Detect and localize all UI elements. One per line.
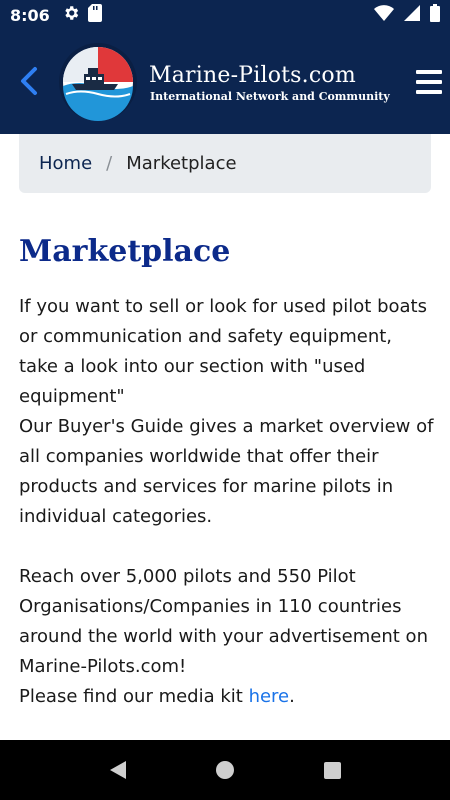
signal-icon [404,5,420,25]
site-logo[interactable] [58,42,138,122]
advertising-text: Reach over 5,000 pilots and 550 Pilot Or… [19,566,428,677]
status-left-icons [62,4,102,26]
menu-line [416,70,442,74]
nav-home-icon[interactable] [215,761,234,779]
brand-title: Marine-Pilots.com [149,63,356,88]
page-title: Marketplace [19,234,231,269]
battery-icon [430,4,440,26]
back-button[interactable] [16,63,42,99]
wifi-icon [374,5,394,25]
menu-line [416,80,442,84]
paragraph-advertising: Reach over 5,000 pilots and 550 Pilot Or… [19,562,434,712]
status-right-icons [374,4,440,26]
nav-back-icon[interactable] [109,761,126,779]
media-kit-prefix: Please find our media kit [19,686,249,707]
status-bar: 8:06 [0,0,450,30]
media-kit-link[interactable]: here [249,686,290,707]
status-time: 8:06 [10,5,50,25]
menu-line [416,90,442,94]
nav-recent-apps-icon[interactable] [323,761,341,779]
paragraph-used-equipment: If you want to sell or look for used pil… [19,296,427,407]
main-content: Home / Marketplace Marketplace If you wa… [0,134,450,740]
paragraph-buyers-guide: Our Buyer's Guide gives a market overvie… [19,416,434,527]
brand-subtitle: International Network and Community [150,90,390,103]
system-navigation-bar [0,740,450,800]
chevron-left-icon [21,67,37,95]
media-kit-suffix: . [289,686,295,707]
sd-card-icon [87,4,102,26]
app-header: Marine-Pilots.com International Network … [0,30,450,134]
breadcrumb-home-link[interactable]: Home [39,153,92,174]
breadcrumb-separator: / [106,153,113,174]
breadcrumb: Home / Marketplace [19,134,431,193]
gear-icon [62,4,80,26]
breadcrumb-current: Marketplace [126,153,237,174]
hamburger-menu-icon[interactable] [416,70,442,94]
